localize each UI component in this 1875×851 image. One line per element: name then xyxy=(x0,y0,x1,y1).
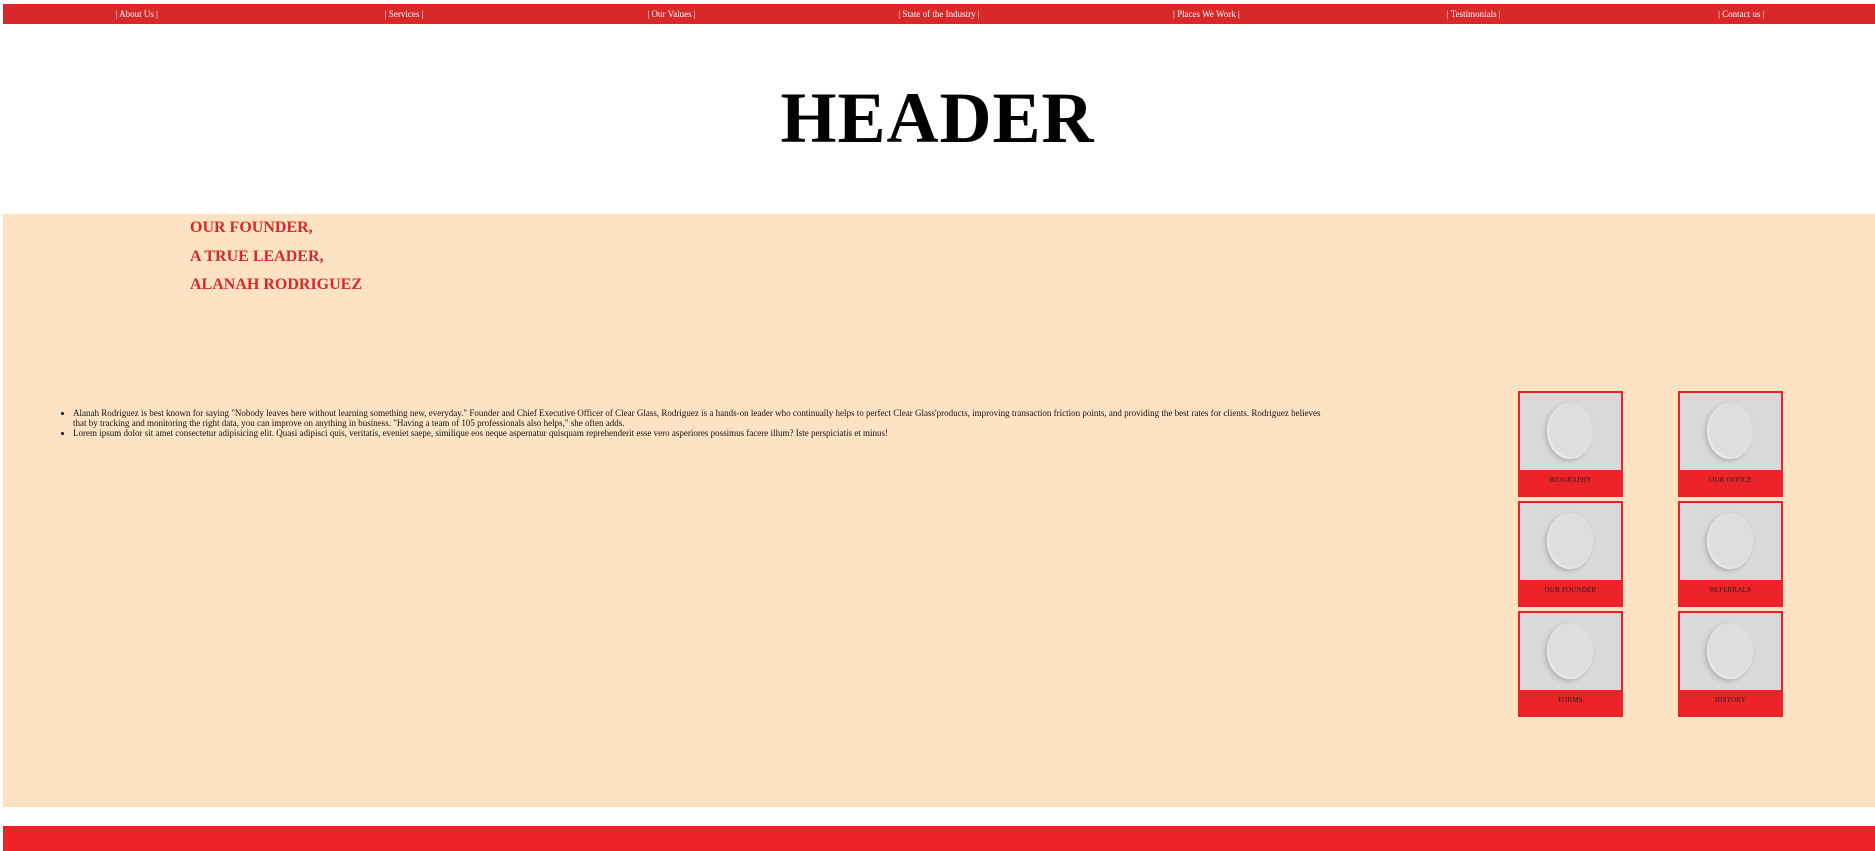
founder-heading: OUR FOUNDER, A TRUE LEADER, ALANAH RODRI… xyxy=(190,214,362,300)
nav-about-us[interactable]: | About Us | xyxy=(3,4,270,24)
card-label: REFERRALS xyxy=(1709,586,1752,594)
page-title: HEADER xyxy=(780,78,1095,158)
card-forms[interactable]: FORMS xyxy=(1518,611,1623,717)
nav-our-values[interactable]: | Our Values | xyxy=(538,4,805,24)
plate-icon xyxy=(1547,623,1593,679)
card-label: BIOGRAPHY xyxy=(1549,476,1592,484)
founder-heading-line-2: A TRUE LEADER, xyxy=(190,247,324,265)
bio-list-item-2: Lorem ipsum dolor sit amet consectetur a… xyxy=(73,428,1323,438)
plate-icon xyxy=(1707,513,1753,569)
card-label: HISTORY xyxy=(1714,696,1747,704)
card-our-founder[interactable]: OUR FOUNDER xyxy=(1518,501,1623,607)
plate-icon xyxy=(1707,403,1753,459)
card-image xyxy=(1680,393,1781,470)
top-nav: | About Us | | Services | | Our Values |… xyxy=(3,4,1875,24)
card-referrals[interactable]: REFERRALS xyxy=(1678,501,1783,607)
bio-list: Alanah Rodriguez is best known for sayin… xyxy=(73,408,1323,438)
card-history[interactable]: HISTORY xyxy=(1678,611,1783,717)
footer-bar xyxy=(3,826,1875,851)
main-content: OUR FOUNDER, A TRUE LEADER, ALANAH RODRI… xyxy=(3,214,1875,807)
card-label: OUR FOUNDER xyxy=(1544,586,1597,594)
card-image xyxy=(1520,613,1621,690)
plate-icon xyxy=(1707,623,1753,679)
page: | About Us | | Services | | Our Values |… xyxy=(0,0,1875,851)
card-label: FORMS xyxy=(1558,696,1583,704)
card-biography[interactable]: BIOGRAPHY xyxy=(1518,391,1623,497)
nav-state-of-industry[interactable]: | State of the Industry | xyxy=(805,4,1072,24)
plate-icon xyxy=(1547,403,1593,459)
founder-heading-line-1: OUR FOUNDER, xyxy=(190,219,313,236)
card-image xyxy=(1680,613,1781,690)
nav-testimonials[interactable]: | Testimonials | xyxy=(1340,4,1607,24)
bio-list-item-1: Alanah Rodriguez is best known for sayin… xyxy=(73,408,1323,428)
plate-icon xyxy=(1547,513,1593,569)
founder-heading-line-3: ALANAH RODRIGUEZ xyxy=(190,276,363,293)
nav-places-we-work[interactable]: | Places We Work | xyxy=(1073,4,1340,24)
card-image xyxy=(1520,503,1621,580)
card-image xyxy=(1520,393,1621,470)
nav-services[interactable]: | Services | xyxy=(270,4,537,24)
card-label: OUR OFFICE xyxy=(1709,476,1752,484)
card-our-office[interactable]: OUR OFFICE xyxy=(1678,391,1783,497)
card-image xyxy=(1680,503,1781,580)
nav-contact-us[interactable]: | Contact us | xyxy=(1608,4,1875,24)
